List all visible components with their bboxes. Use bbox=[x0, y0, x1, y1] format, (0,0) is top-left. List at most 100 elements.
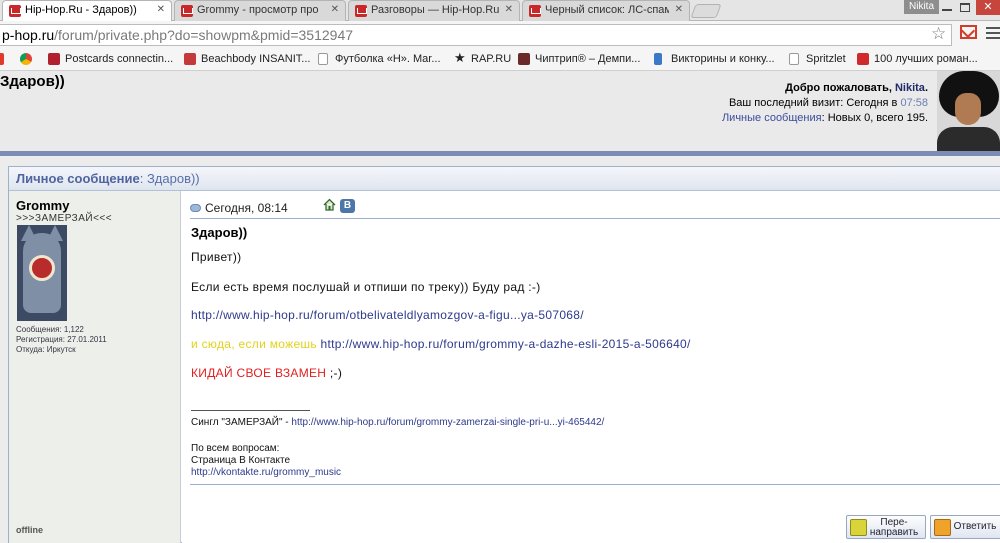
url-path: /forum/private.php?do=showpm&pmid=351294… bbox=[54, 27, 354, 43]
post-greeting: Привет)) bbox=[191, 250, 242, 264]
private-message-block: Личное сообщение: Здаров)) Grommy >>>ЗАМ… bbox=[8, 166, 1000, 543]
tab-blacklist[interactable]: Черный список: ЛС-спам ✕ bbox=[522, 0, 690, 21]
welcome-text: Добро пожаловать, bbox=[785, 82, 892, 94]
beachbody-icon bbox=[184, 53, 196, 65]
bookmark-futbolka[interactable]: Футболка «Н». Mar... bbox=[318, 53, 441, 65]
post-link2[interactable]: http://www.hip-hop.ru/forum/grommy-a-daz… bbox=[321, 337, 691, 351]
address-bar[interactable]: p-hop.ru/forum/private.php?do=showpm&pmi… bbox=[0, 24, 952, 46]
new-tab-button[interactable] bbox=[690, 4, 722, 18]
reply-icon bbox=[934, 519, 951, 536]
info-icon bbox=[654, 53, 662, 65]
hiphop-favicon-icon bbox=[355, 5, 367, 17]
author-title: >>>ЗАМЕРЗАЙ<<< bbox=[16, 213, 113, 224]
pm-summary-line: Личные сообщения: Новых 0, всего 195. bbox=[722, 111, 928, 126]
last-visit-line: Ваш последний визит: Сегодня в 07:58 bbox=[722, 96, 928, 111]
a-icon bbox=[857, 53, 869, 65]
bookmark-chiptrip[interactable]: Чиптрип® – Демпи... bbox=[518, 53, 640, 65]
post-body: Сегодня, 08:14 В Здаров)) Привет)) Если … bbox=[182, 191, 1000, 543]
bookmarks-bar: Postcards connectin... Beachbody INSANIT… bbox=[0, 49, 1000, 71]
forward-icon bbox=[850, 519, 867, 536]
hiphop-favicon-icon bbox=[9, 5, 21, 17]
author-registration: Регистрация: 27.01.2011 bbox=[16, 335, 107, 344]
tab-title: Разговоры — Hip-Hop.Ru bbox=[371, 4, 499, 16]
minimize-icon[interactable] bbox=[942, 9, 952, 11]
bookmark-rapru[interactable]: ★ RAP.RU bbox=[454, 50, 512, 65]
chiptrip-icon bbox=[518, 53, 530, 65]
signature-vk-link[interactable]: http://vkontakte.ru/grommy_music bbox=[191, 467, 341, 478]
signature-vk-link-line: http://vkontakte.ru/grommy_music bbox=[191, 467, 341, 478]
welcome-panel: Добро пожаловать, Nikita. Ваш последний … bbox=[722, 81, 928, 126]
gmail-icon[interactable] bbox=[960, 25, 977, 39]
close-tab-icon[interactable]: ✕ bbox=[505, 4, 513, 15]
bookmark-label: Футболка «Н». Mar... bbox=[335, 53, 441, 65]
tab-title: Grommy - просмотр про bbox=[197, 4, 319, 16]
signature-single-link[interactable]: http://www.hip-hop.ru/forum/grommy-zamer… bbox=[291, 417, 604, 428]
post-text-yellow: и сюда, если можешь bbox=[191, 337, 317, 351]
pm-header-label: Личное сообщение bbox=[16, 171, 140, 186]
signature-single-line: Сингл "ЗАМЕРЗАЙ" - http://www.hip-hop.ru… bbox=[191, 417, 604, 428]
bookmark-beachbody[interactable]: Beachbody INSANIT... bbox=[184, 53, 310, 65]
author-avatar[interactable] bbox=[17, 225, 67, 321]
tab-hiphop-zdarov[interactable]: Hip-Hop.Ru - Здаров)) ✕ bbox=[2, 0, 172, 22]
bookmark-label: Beachbody INSANIT... bbox=[201, 53, 311, 65]
tab-title: Черный список: ЛС-спам bbox=[545, 4, 669, 16]
author-posts: Сообщения: 1,122 bbox=[16, 325, 84, 334]
bookmark-star-icon[interactable]: ☆ bbox=[931, 24, 946, 44]
vk-share-icon[interactable]: В bbox=[340, 199, 355, 213]
bookmark-label: Spritzlet bbox=[806, 53, 846, 65]
post-subject: Здаров)) bbox=[191, 225, 248, 240]
bookmark-label: Викторины и конку... bbox=[671, 53, 775, 65]
bookmark-quiz[interactable]: Викторины и конку... bbox=[654, 53, 775, 65]
author-location: Откуда: Иркутск bbox=[16, 345, 76, 354]
author-name[interactable]: Grommy bbox=[16, 198, 69, 213]
post-text-line2: и сюда, если можешь http://www.hip-hop.r… bbox=[191, 337, 691, 351]
bookmark-postcards[interactable]: Postcards connectin... bbox=[48, 53, 173, 65]
user-avatar[interactable] bbox=[937, 71, 1000, 151]
google-chrome-icon bbox=[20, 53, 32, 65]
post-link1[interactable]: http://www.hip-hop.ru/forum/otbelivateld… bbox=[191, 308, 584, 322]
profile-badge[interactable]: Nikita bbox=[904, 0, 940, 14]
last-visit-text: Ваш последний визит: Сегодня в bbox=[728, 97, 898, 109]
bookmark-label: 100 лучших роман... bbox=[874, 53, 978, 65]
bookmark-label: RAP.RU bbox=[471, 53, 512, 65]
tab-conversations[interactable]: Разговоры — Hip-Hop.Ru ✕ bbox=[348, 0, 520, 21]
post-end-divider bbox=[190, 484, 1000, 485]
private-messages-link[interactable]: Личные сообщения bbox=[722, 112, 822, 124]
signature-single-text: Сингл "ЗАМЕРЗАЙ" - bbox=[191, 417, 289, 428]
maximize-icon[interactable] bbox=[960, 3, 970, 12]
url-host: p-hop.ru bbox=[2, 27, 55, 43]
bookmark-spritzlet[interactable]: Spritzlet bbox=[789, 53, 846, 65]
welcome-line: Добро пожаловать, Nikita. bbox=[785, 82, 928, 94]
site-header: Здаров)) Добро пожаловать, Nikita. Ваш п… bbox=[0, 71, 1000, 151]
page-icon bbox=[789, 53, 799, 65]
star-icon: ★ bbox=[454, 50, 466, 65]
tab-title: Hip-Hop.Ru - Здаров)) bbox=[25, 4, 137, 16]
chrome-menu-icon[interactable] bbox=[986, 27, 1000, 39]
signature-divider bbox=[191, 410, 310, 411]
signature-vk-page: Страница В Контакте bbox=[191, 455, 291, 466]
tab-grommy-profile[interactable]: Grommy - просмотр про ✕ bbox=[174, 0, 346, 21]
post-text-line1: Если есть время послушай и отпиши по тре… bbox=[191, 280, 541, 294]
window-close-icon[interactable]: ✕ bbox=[976, 0, 1000, 15]
message-bubble-icon bbox=[190, 204, 201, 212]
post-link1-line: http://www.hip-hop.ru/forum/otbelivateld… bbox=[191, 308, 584, 322]
apps-icon bbox=[0, 53, 4, 65]
bookmark-label: Postcards connectin... bbox=[65, 53, 174, 65]
close-tab-icon[interactable]: ✕ bbox=[157, 4, 165, 15]
tab-strip: Hip-Hop.Ru - Здаров)) ✕ Grommy - просмот… bbox=[0, 0, 1000, 22]
author-stats: Сообщения: 1,122 Регистрация: 27.01.2011… bbox=[16, 325, 107, 355]
reply-button[interactable]: Ответить bbox=[930, 515, 1000, 539]
close-tab-icon[interactable]: ✕ bbox=[331, 4, 339, 15]
username-link[interactable]: Nikita bbox=[895, 82, 925, 94]
forward-button[interactable]: Пере- направить bbox=[846, 515, 926, 539]
signature-questions: По всем вопросам: bbox=[191, 443, 280, 454]
last-visit-time: 07:58 bbox=[900, 97, 928, 109]
post-text-wink: ;-) bbox=[329, 366, 343, 380]
close-tab-icon[interactable]: ✕ bbox=[675, 4, 683, 15]
author-status: offline bbox=[16, 525, 43, 535]
post-date: Сегодня, 08:14 bbox=[190, 201, 288, 215]
pm-counts: : Новых 0, всего 195. bbox=[821, 112, 928, 124]
bookmark-100-novels[interactable]: 100 лучших роман... bbox=[857, 53, 978, 65]
home-icon[interactable] bbox=[323, 198, 336, 211]
post-date-text: Сегодня, 08:14 bbox=[205, 201, 288, 215]
